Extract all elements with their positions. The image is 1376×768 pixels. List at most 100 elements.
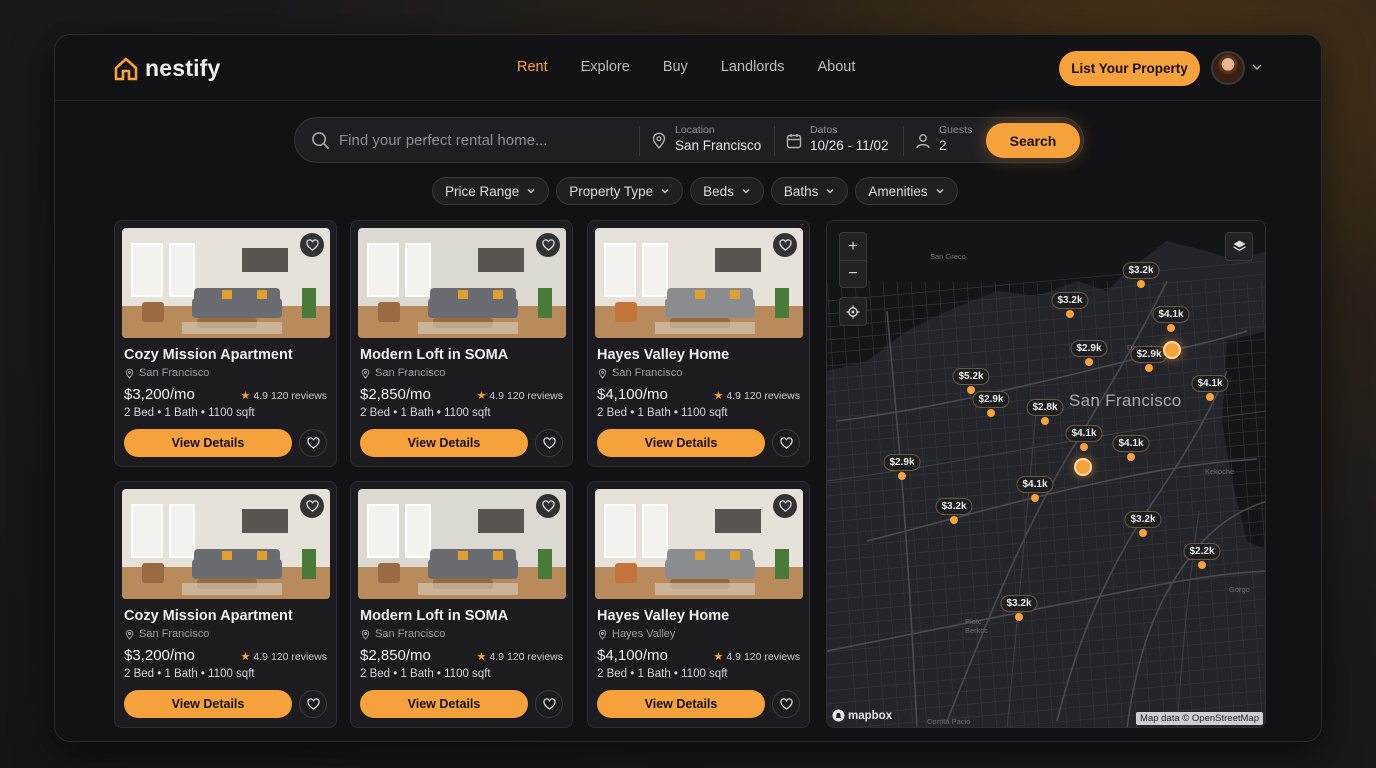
favorite-button[interactable] — [299, 690, 327, 718]
pin-dot[interactable] — [1137, 280, 1145, 288]
favorite-button[interactable] — [536, 233, 560, 257]
favorite-button[interactable] — [772, 690, 800, 718]
price-pin[interactable]: $4.1k — [1191, 375, 1229, 392]
nav-item-explore[interactable]: Explore — [581, 59, 630, 75]
listing-title[interactable]: Cozy Mission Apartment — [124, 347, 293, 363]
user-avatar[interactable] — [1211, 51, 1245, 85]
filter-property-type[interactable]: Property Type — [556, 177, 684, 205]
list-property-button[interactable]: List Your Property — [1059, 51, 1200, 86]
listing-photo[interactable] — [595, 228, 803, 338]
pin-dot[interactable] — [1066, 310, 1074, 318]
view-details-button[interactable]: View Details — [124, 690, 292, 718]
listing-title[interactable]: Hayes Valley Home — [597, 347, 729, 363]
favorite-button[interactable] — [299, 429, 327, 457]
listing-card[interactable]: Hayes Valley Home Hayes Valley $4,100/mo ★ 4… — [587, 481, 810, 728]
heart-icon — [778, 238, 792, 251]
zoom-in-button[interactable]: + — [840, 233, 866, 260]
pin-dot[interactable] — [1080, 443, 1088, 451]
heart-icon — [779, 697, 793, 710]
search-input[interactable] — [339, 124, 629, 156]
favorite-button[interactable] — [536, 494, 560, 518]
price-pin[interactable]: $2.8k — [1026, 399, 1064, 416]
price-pin[interactable]: $4.1k — [1112, 435, 1150, 452]
filter-baths[interactable]: Baths — [770, 177, 849, 205]
price-pin[interactable]: $3.2k — [1124, 511, 1162, 528]
pin-dot[interactable] — [1198, 561, 1206, 569]
listing-card[interactable]: Modern Loft in SOMA San Francisco $2,850/m… — [350, 220, 573, 467]
nav-item-landlords[interactable]: Landlords — [721, 59, 785, 75]
filter-price-range[interactable]: Price Range — [432, 177, 550, 205]
pin-dot[interactable] — [1167, 324, 1175, 332]
favorite-button[interactable] — [300, 233, 324, 257]
view-details-button[interactable]: View Details — [360, 690, 528, 718]
listing-title[interactable]: Modern Loft in SOMA — [360, 608, 508, 624]
pin-dot[interactable] — [1041, 417, 1049, 425]
price-pin[interactable]: $5.2k — [952, 368, 990, 385]
listing-card[interactable]: Modern Loft in SOMA San Francisco $2,850/m… — [350, 481, 573, 728]
selected-pin[interactable] — [1074, 458, 1092, 476]
listing-photo[interactable] — [358, 228, 566, 338]
nav-item-buy[interactable]: Buy — [663, 59, 688, 75]
pin-dot[interactable] — [1127, 453, 1135, 461]
listing-title[interactable]: Hayes Valley Home — [597, 608, 729, 624]
favorite-button[interactable] — [772, 429, 800, 457]
listing-photo[interactable] — [122, 489, 330, 599]
zoom-out-button[interactable]: − — [840, 260, 866, 287]
price-pin[interactable]: $3.2k — [1000, 595, 1038, 612]
price-pin[interactable]: $3.2k — [1122, 262, 1160, 279]
filter-beds[interactable]: Beds — [690, 177, 764, 205]
search-button[interactable]: Search — [986, 123, 1080, 158]
price-pin[interactable]: $2.9k — [883, 454, 921, 471]
price-pin[interactable]: $3.2k — [935, 498, 973, 515]
price-pin[interactable]: $2.9k — [972, 391, 1010, 408]
price-pin[interactable]: $2.9k — [1130, 346, 1168, 363]
favorite-button[interactable] — [300, 494, 324, 518]
listing-card[interactable]: Hayes Valley Home San Francisco $4,100/mo ★… — [587, 220, 810, 467]
price-pin[interactable]: $2.9k — [1070, 340, 1108, 357]
favorite-button[interactable] — [535, 690, 563, 718]
favorite-button[interactable] — [535, 429, 563, 457]
pin-dot[interactable] — [1139, 529, 1147, 537]
pin-dot[interactable] — [1031, 494, 1039, 502]
location-field[interactable]: Location San Francisco — [675, 124, 761, 153]
favorite-button[interactable] — [773, 233, 797, 257]
pin-dot[interactable] — [1015, 613, 1023, 621]
view-details-button[interactable]: View Details — [597, 690, 765, 718]
pin-dot[interactable] — [898, 472, 906, 480]
listing-card[interactable]: Cozy Mission Apartment San Francisco $3,20… — [114, 220, 337, 467]
pin-dot[interactable] — [1206, 393, 1214, 401]
pin-dot[interactable] — [987, 409, 995, 417]
listing-photo[interactable] — [122, 228, 330, 338]
listing-photo[interactable] — [595, 489, 803, 599]
guests-field[interactable]: Guests 2 — [939, 124, 972, 153]
locate-button[interactable] — [840, 298, 866, 325]
nav-item-about[interactable]: About — [818, 59, 856, 75]
map-place-label: Plotc Berkcc — [965, 617, 988, 635]
map-view[interactable]: + − San Francisco San Greco Daoo Hi. — [826, 220, 1266, 728]
favorite-button[interactable] — [773, 494, 797, 518]
pin-dot[interactable] — [950, 516, 958, 524]
layers-button[interactable] — [1226, 233, 1252, 260]
chevron-down-icon[interactable] — [1251, 61, 1263, 73]
price-pin[interactable]: $3.2k — [1051, 292, 1089, 309]
view-details-button[interactable]: View Details — [360, 429, 528, 457]
price-pin[interactable]: $4.1k — [1152, 306, 1190, 323]
nav-item-rent[interactable]: Rent — [517, 59, 548, 75]
pin-dot[interactable] — [1085, 358, 1093, 366]
listing-title[interactable]: Modern Loft in SOMA — [360, 347, 508, 363]
map-attribution[interactable]: Map data © OpenStreetMap — [1136, 712, 1263, 725]
layers-control — [1225, 232, 1253, 261]
listing-title[interactable]: Cozy Mission Apartment — [124, 608, 293, 624]
brand-logo[interactable]: nestify — [113, 55, 221, 82]
filter-amenities[interactable]: Amenities — [855, 177, 958, 205]
view-details-button[interactable]: View Details — [597, 429, 765, 457]
view-details-button[interactable]: View Details — [124, 429, 292, 457]
pin-dot[interactable] — [1145, 364, 1153, 372]
price-pin[interactable]: $4.1k — [1065, 425, 1103, 442]
selected-pin[interactable] — [1163, 341, 1181, 359]
listing-card[interactable]: Cozy Mission Apartment San Francisco $3,20… — [114, 481, 337, 728]
dates-field[interactable]: Datos 10/26 - 11/02 — [810, 124, 889, 153]
price-pin[interactable]: $4.1k — [1016, 476, 1054, 493]
price-pin[interactable]: $2.2k — [1183, 543, 1221, 560]
listing-photo[interactable] — [358, 489, 566, 599]
